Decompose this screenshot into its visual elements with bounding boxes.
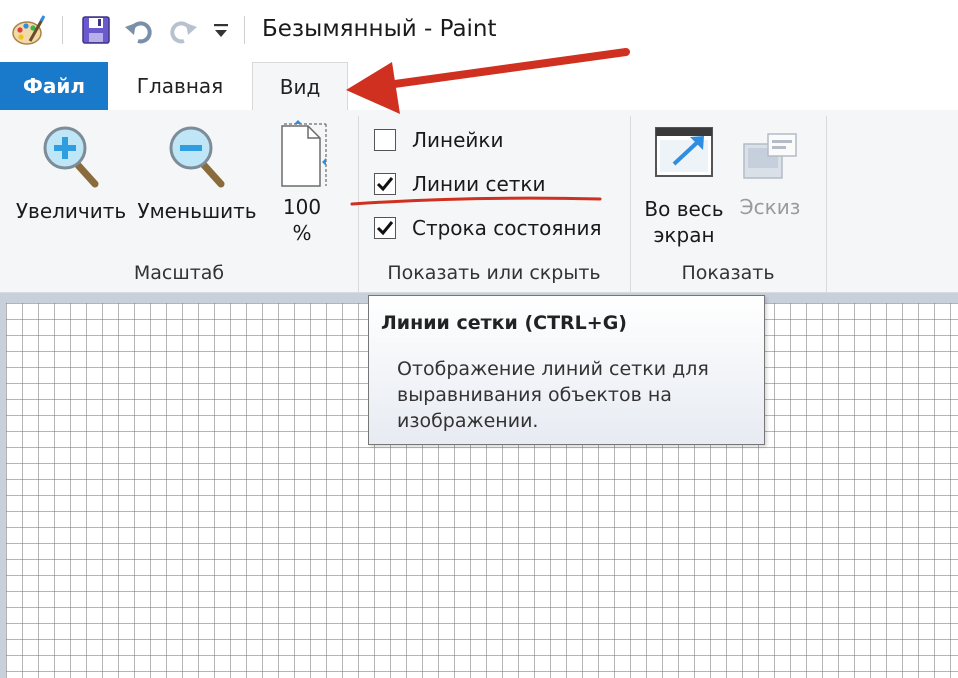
thumbnail-button[interactable]: Эскиз bbox=[734, 130, 806, 220]
zoom-100-label-line2: % bbox=[292, 221, 312, 245]
quick-access-separator bbox=[62, 16, 63, 44]
status-bar-label: Строка состояния bbox=[412, 216, 602, 240]
customize-dropdown-icon[interactable] bbox=[212, 22, 230, 44]
zoom-in-button[interactable]: Увеличить bbox=[12, 122, 130, 224]
checkmark-icon bbox=[376, 221, 394, 236]
tab-view[interactable]: Вид bbox=[252, 62, 348, 111]
redo-icon[interactable] bbox=[166, 14, 198, 50]
status-bar-checkbox-row[interactable]: Строка состояния bbox=[374, 212, 602, 244]
fullscreen-button[interactable]: Во весь экран bbox=[638, 124, 730, 248]
zoom-100-button[interactable]: 100 % bbox=[268, 120, 336, 246]
status-bar-checkbox[interactable] bbox=[374, 217, 396, 239]
page-100-icon bbox=[281, 120, 327, 187]
thumbnail-icon bbox=[743, 133, 797, 179]
checkmark-icon bbox=[376, 177, 394, 192]
group-label-zoom: Масштаб bbox=[133, 262, 225, 284]
tooltip-title: Линии сетки (CTRL+G) bbox=[381, 312, 627, 334]
tab-home[interactable]: Главная bbox=[118, 62, 242, 110]
zoom-out-label: Уменьшить bbox=[137, 199, 257, 223]
zoom-in-icon bbox=[43, 126, 99, 188]
paint-app-icon[interactable] bbox=[10, 14, 46, 52]
rulers-checkbox[interactable] bbox=[374, 129, 396, 151]
zoom-100-label-line1: 100 bbox=[282, 195, 322, 219]
zoom-in-label: Увеличить bbox=[15, 199, 127, 223]
rulers-checkbox-row[interactable]: Линейки bbox=[374, 124, 504, 156]
thumbnail-label: Эскиз bbox=[739, 195, 801, 219]
ribbon-panel: Увеличить Уменьшить 100 % Масштаб Линейк… bbox=[0, 110, 958, 293]
fullscreen-icon bbox=[655, 127, 713, 177]
title-separator bbox=[244, 16, 245, 44]
ribbon-tabs: Файл Главная Вид bbox=[0, 62, 958, 111]
window-title: Безымянный - Paint bbox=[262, 16, 497, 42]
fullscreen-label-line1: Во весь bbox=[644, 197, 724, 221]
tooltip-description: Отображение линий сетки для выравнивания… bbox=[397, 358, 709, 432]
title-bar: Безымянный - Paint bbox=[0, 0, 958, 62]
zoom-out-button[interactable]: Уменьшить bbox=[134, 122, 260, 224]
group-separator bbox=[826, 116, 827, 292]
zoom-out-icon bbox=[169, 126, 225, 188]
gridlines-label: Линии сетки bbox=[412, 172, 546, 196]
tab-file[interactable]: Файл bbox=[0, 62, 108, 110]
gridlines-checkbox-row[interactable]: Линии сетки bbox=[374, 168, 546, 200]
undo-icon[interactable] bbox=[124, 14, 156, 50]
rulers-label: Линейки bbox=[412, 128, 504, 152]
gridlines-checkbox[interactable] bbox=[374, 173, 396, 195]
group-label-display: Показать bbox=[681, 262, 775, 284]
save-icon[interactable] bbox=[80, 14, 112, 50]
group-label-show-hide: Показать или скрыть bbox=[387, 262, 601, 284]
fullscreen-label-line2: экран bbox=[653, 223, 715, 247]
gridlines-tooltip: Линии сетки (CTRL+G) Отображение линий с… bbox=[368, 295, 765, 445]
